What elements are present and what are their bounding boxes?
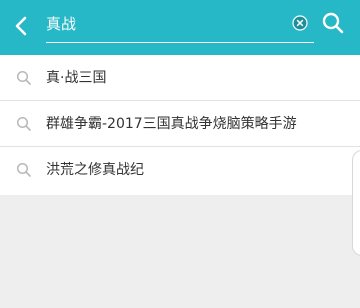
suggestion-item[interactable]: 群雄争霸-2017三国真战争烧脑策略手游	[0, 101, 360, 147]
search-field[interactable]: 真战	[46, 8, 314, 43]
suggestion-label: 真·战三国	[46, 70, 107, 86]
clear-button[interactable]	[292, 15, 308, 31]
suggestion-label: 洪荒之修真战纪	[46, 162, 144, 178]
edge-panel-handle[interactable]	[352, 150, 360, 256]
search-button[interactable]	[320, 10, 346, 36]
search-icon	[16, 162, 31, 177]
suggestion-list: 真·战三国 群雄争霸-2017三国真战争烧脑策略手游 洪荒之修真战纪	[0, 55, 360, 195]
back-arrow-icon	[15, 16, 27, 36]
suggestion-label: 群雄争霸-2017三国真战争烧脑策略手游	[46, 116, 297, 132]
back-button[interactable]	[8, 12, 36, 40]
search-icon	[322, 12, 344, 34]
clear-icon	[292, 15, 308, 31]
search-input-text[interactable]: 真战	[46, 14, 76, 34]
search-icon	[16, 70, 31, 85]
search-toolbar: 真战	[0, 0, 360, 55]
search-icon	[16, 116, 31, 131]
suggestion-item[interactable]: 洪荒之修真战纪	[0, 147, 360, 193]
suggestion-item[interactable]: 真·战三国	[0, 55, 360, 101]
